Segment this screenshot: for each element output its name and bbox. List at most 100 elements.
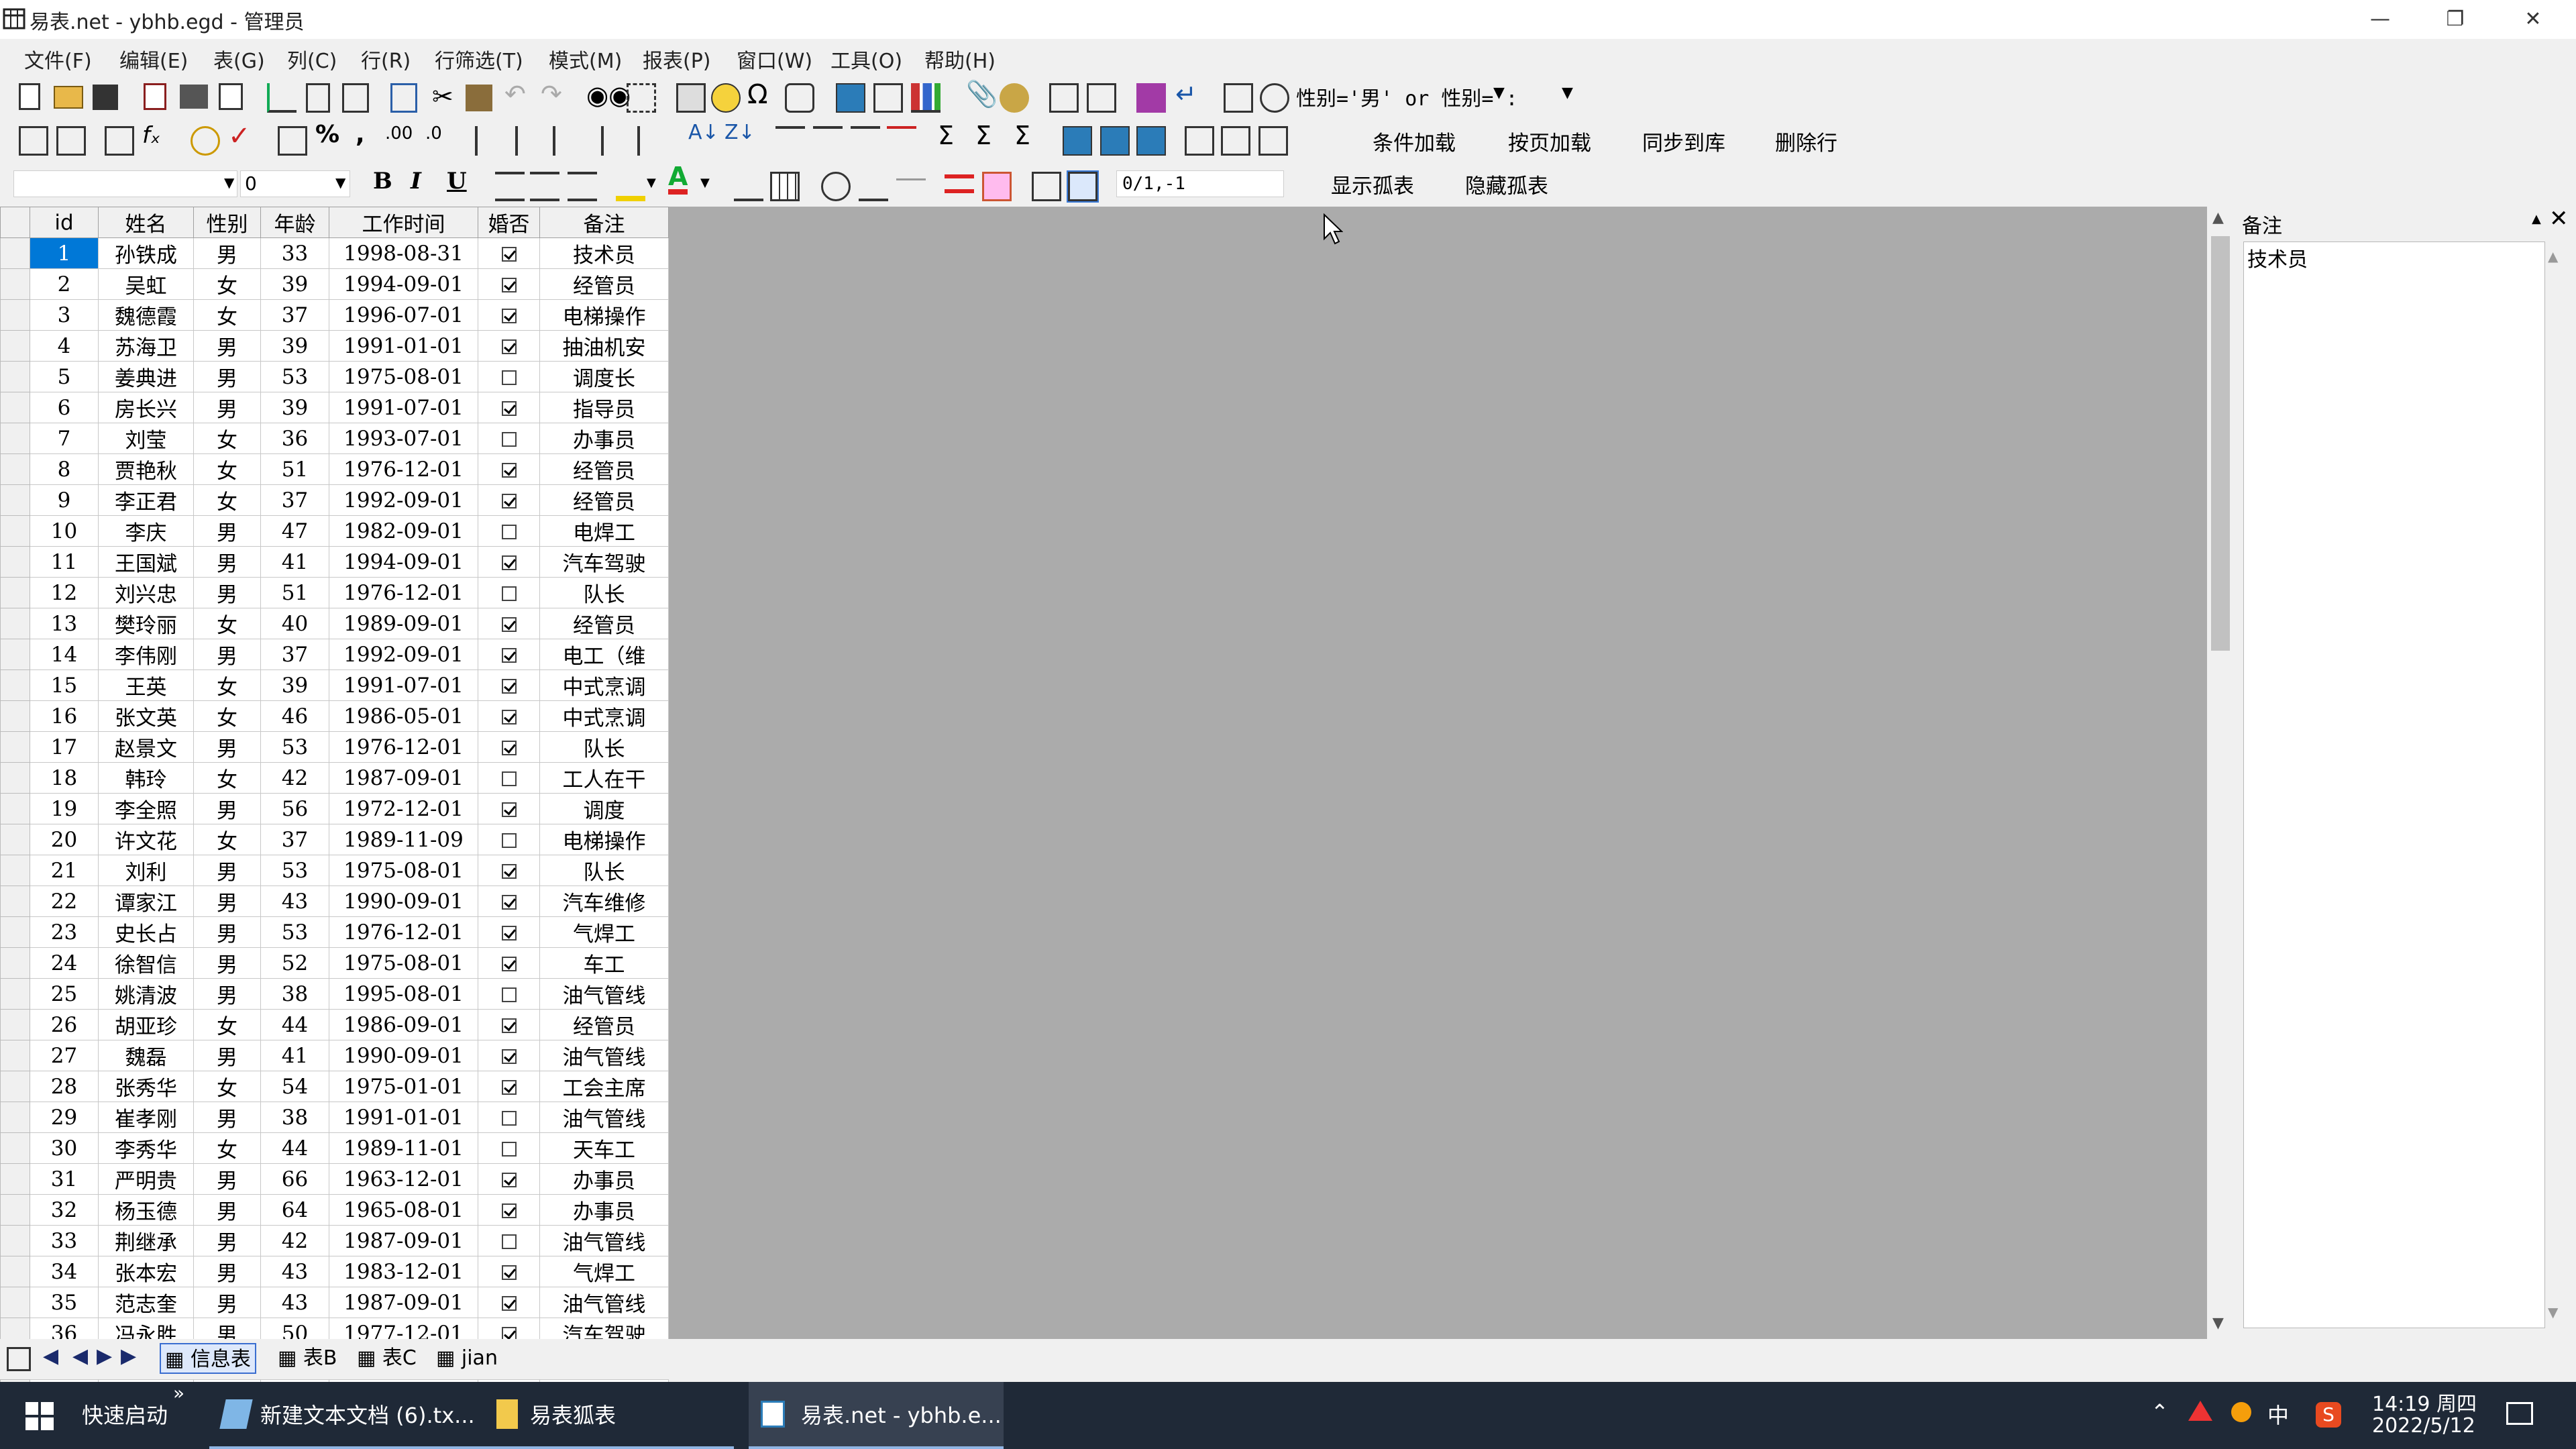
- row-selector[interactable]: [0, 731, 30, 763]
- row-selector[interactable]: [0, 608, 30, 639]
- cell-remark[interactable]: 经管员: [539, 1009, 669, 1040]
- married-checkbox[interactable]: [501, 710, 517, 724]
- row-selector[interactable]: [0, 978, 30, 1010]
- cell-name[interactable]: 李伟刚: [98, 639, 194, 670]
- married-checkbox[interactable]: [501, 463, 517, 478]
- replace-icon[interactable]: [627, 83, 656, 113]
- cell-id[interactable]: 15: [30, 669, 99, 701]
- insert-column-icon[interactable]: [475, 126, 504, 156]
- cell-work-date[interactable]: 1991-01-01: [329, 330, 478, 362]
- cell-remark[interactable]: 气焊工: [539, 1256, 669, 1287]
- row-selector[interactable]: [0, 423, 30, 454]
- column-header-id[interactable]: id: [30, 207, 99, 238]
- cell-work-date[interactable]: 1996-07-01: [329, 299, 478, 331]
- subtotal-icon[interactable]: Σ: [975, 121, 991, 150]
- filter-history-arrow[interactable]: ▼: [1562, 85, 1573, 101]
- cell-age[interactable]: 41: [260, 1040, 329, 1071]
- check-icon[interactable]: ✓: [228, 121, 251, 152]
- cell-work-date[interactable]: 1993-07-01: [329, 423, 478, 454]
- cell-work-date[interactable]: 1994-09-01: [329, 268, 478, 300]
- married-checkbox[interactable]: [501, 1018, 517, 1033]
- scroll-up-arrow-icon[interactable]: ▲: [2212, 209, 2224, 226]
- row-selector[interactable]: [0, 361, 30, 392]
- menu-help[interactable]: 帮助(H): [924, 44, 996, 74]
- table-row[interactable]: 15 王英女 39 1991-07-01 中式烹调: [0, 669, 669, 701]
- panel-close-icon[interactable]: ✕: [2549, 205, 2569, 232]
- cell-name[interactable]: 刘莹: [98, 423, 194, 454]
- row-selector[interactable]: [0, 1132, 30, 1164]
- remark-editor[interactable]: [2243, 241, 2545, 1328]
- cell-id[interactable]: 22: [30, 885, 99, 917]
- row-selector[interactable]: [0, 1102, 30, 1133]
- hide-orphan-table-button[interactable]: 隐藏孤表: [1465, 169, 1548, 199]
- row-selector[interactable]: [0, 885, 30, 917]
- married-checkbox[interactable]: [501, 1265, 517, 1280]
- table-row[interactable]: 4 苏海卫男 39 1991-01-01 抽油机安: [0, 330, 669, 362]
- cell-remark[interactable]: 电焊工: [539, 515, 669, 547]
- married-checkbox[interactable]: [501, 247, 517, 262]
- married-checkbox[interactable]: [501, 1142, 517, 1157]
- cell-age[interactable]: 43: [260, 1287, 329, 1318]
- married-checkbox[interactable]: [501, 1203, 517, 1218]
- cell-remark[interactable]: 调度: [539, 793, 669, 824]
- table-row[interactable]: 9 李正君女 37 1992-09-01 经管员: [0, 484, 669, 516]
- cell-remark[interactable]: 工人在干: [539, 762, 669, 794]
- column-header-gender[interactable]: 性别: [193, 207, 261, 238]
- function-icon[interactable]: fₓ: [142, 122, 160, 149]
- quick-launch-label[interactable]: 快速启动: [82, 1382, 168, 1449]
- cell-gender[interactable]: 男: [193, 1256, 261, 1287]
- page-load-button[interactable]: 按页加载: [1508, 126, 1591, 156]
- cell-name[interactable]: 吴虹: [98, 268, 194, 300]
- cell-married[interactable]: [478, 1102, 540, 1133]
- cell-married[interactable]: [478, 1256, 540, 1287]
- table-row[interactable]: 23 史长占男 53 1976-12-01 气焊工: [0, 916, 669, 948]
- windows-start-icon[interactable]: [25, 1402, 54, 1430]
- cell-name[interactable]: 徐智信: [98, 947, 194, 979]
- cell-name[interactable]: 孙铁成: [98, 237, 194, 269]
- remark-text[interactable]: 技术员: [2247, 243, 2308, 272]
- conditional-load-button[interactable]: 条件加载: [1373, 126, 1456, 156]
- cell-name[interactable]: 王国斌: [98, 546, 194, 578]
- cell-work-date[interactable]: 1998-08-31: [329, 237, 478, 269]
- married-checkbox[interactable]: [501, 957, 517, 971]
- row-selector[interactable]: [0, 546, 30, 578]
- cell-age[interactable]: 41: [260, 546, 329, 578]
- row-selector[interactable]: [0, 669, 30, 701]
- cell-married[interactable]: [478, 824, 540, 855]
- cell-name[interactable]: 李正君: [98, 484, 194, 516]
- married-checkbox[interactable]: [501, 1111, 517, 1126]
- export-icon[interactable]: [144, 83, 166, 110]
- cell-remark[interactable]: 汽车驾驶: [539, 546, 669, 578]
- cell-name[interactable]: 魏德霞: [98, 299, 194, 331]
- cell-remark[interactable]: 油气管线: [539, 1040, 669, 1071]
- cell-id[interactable]: 30: [30, 1132, 99, 1164]
- cell-id[interactable]: 35: [30, 1287, 99, 1318]
- table-row[interactable]: 2 吴虹女 39 1994-09-01 经管员: [0, 268, 669, 300]
- cell-gender[interactable]: 男: [193, 577, 261, 608]
- clipboard-icon[interactable]: [342, 83, 369, 113]
- table-row[interactable]: 16 张文英女 46 1986-05-01 中式烹调: [0, 700, 669, 732]
- panel-scroll-down-icon[interactable]: ▼: [2548, 1304, 2558, 1320]
- clear-format-icon[interactable]: [821, 172, 851, 201]
- cell-married[interactable]: [478, 731, 540, 763]
- sheet-tab-c[interactable]: ▦ 表C: [353, 1343, 421, 1374]
- cell-married[interactable]: [478, 978, 540, 1010]
- form-icon[interactable]: [1087, 83, 1116, 113]
- sheet-tab-b[interactable]: ▦ 表B: [274, 1343, 341, 1374]
- cell-name[interactable]: 崔孝刚: [98, 1102, 194, 1133]
- row-height-icon[interactable]: [1067, 170, 1099, 203]
- cell-name[interactable]: 王英: [98, 669, 194, 701]
- cell-gender[interactable]: 男: [193, 1163, 261, 1195]
- cell-name[interactable]: 姚清波: [98, 978, 194, 1010]
- cell-id[interactable]: 26: [30, 1009, 99, 1040]
- font-name-combo[interactable]: [13, 170, 237, 197]
- cell-gender[interactable]: 女: [193, 484, 261, 516]
- cell-age[interactable]: 47: [260, 515, 329, 547]
- notification-center-icon[interactable]: [2506, 1402, 2533, 1425]
- married-checkbox[interactable]: [501, 1296, 517, 1311]
- taskbar-date[interactable]: 2022/5/12: [2372, 1414, 2475, 1438]
- row-selector[interactable]: [0, 824, 30, 855]
- row-selector[interactable]: [0, 299, 30, 331]
- cell-age[interactable]: 37: [260, 484, 329, 516]
- ime-indicator[interactable]: 中: [2267, 1382, 2289, 1449]
